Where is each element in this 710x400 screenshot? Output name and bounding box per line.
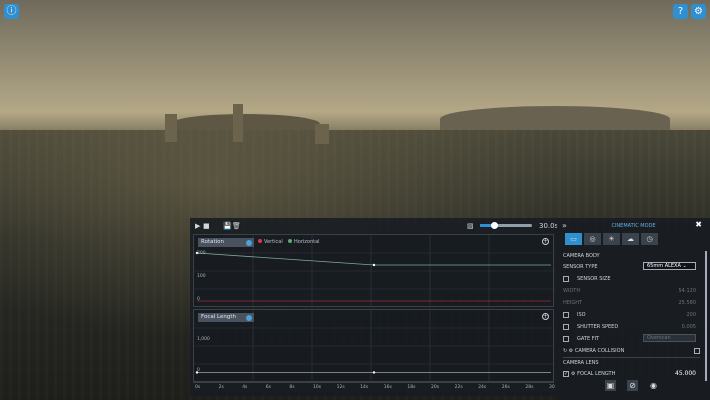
- shutter-row[interactable]: SHUTTER SPEED 0.005: [563, 322, 700, 332]
- focal-length-value: 45.000: [675, 370, 696, 377]
- label: WIDTH: [563, 288, 581, 294]
- checkbox[interactable]: [563, 323, 569, 330]
- section-camera-lens: CAMERA LENS: [563, 360, 599, 366]
- y-tick: 100: [197, 274, 206, 279]
- legend-label: Horizontal: [294, 239, 320, 245]
- legend-vertical[interactable]: Vertical: [258, 239, 283, 245]
- collision-row[interactable]: ↻ ⚙ CAMERA COLLISION: [563, 346, 700, 356]
- tab-time[interactable]: ◷: [641, 233, 658, 245]
- building: [165, 114, 177, 142]
- screenshot-icon[interactable]: ▣: [605, 380, 616, 391]
- sensor-type-select[interactable]: 65mm ALEXA ⌄: [643, 262, 696, 270]
- hide-ui-icon[interactable]: ⊘: [627, 380, 638, 391]
- help-button[interactable]: ?: [673, 4, 688, 19]
- time-tick: 28s: [525, 385, 534, 390]
- time-tick: 8s: [289, 385, 295, 390]
- building: [233, 104, 243, 142]
- y-tick: 0: [197, 368, 200, 373]
- hill: [440, 106, 670, 132]
- sensor-type-row: SENSOR TYPE 65mm ALEXA ⌄: [563, 262, 700, 272]
- info-button[interactable]: ⓘ: [4, 4, 19, 19]
- add-keyframe-icon[interactable]: +: [542, 238, 549, 245]
- tab-camera[interactable]: ▭: [565, 233, 582, 245]
- time-tick: 22s: [454, 385, 463, 390]
- checkbox-checked[interactable]: ✓: [563, 370, 569, 377]
- record-icon[interactable]: ◉: [648, 380, 659, 391]
- shutter-value: 0.005: [681, 324, 696, 330]
- time-tick: 4s: [242, 385, 248, 390]
- time-tick: 6s: [265, 385, 272, 390]
- y-tick: 200: [197, 251, 206, 256]
- label: GATE FIT: [577, 336, 600, 342]
- focal-length-row[interactable]: ✓ ⚙ FOCAL LENGTH 45.000: [563, 369, 700, 379]
- stop-icon[interactable]: ■: [203, 222, 210, 230]
- time-tick: 30: [549, 385, 555, 390]
- label: SHUTTER SPEED: [577, 324, 619, 330]
- iso-row[interactable]: ISO 200: [563, 310, 700, 320]
- tab-lighting[interactable]: ☀: [603, 233, 620, 245]
- legend-label: Vertical: [264, 239, 283, 245]
- gear-icon[interactable]: [246, 239, 252, 246]
- time-tick: 12s: [336, 385, 345, 390]
- building: [315, 124, 329, 144]
- add-keyframe-icon[interactable]: +: [542, 313, 549, 320]
- label: CAMERA COLLISION: [574, 348, 625, 354]
- label: ISO: [577, 312, 586, 318]
- time-tick: 18s: [407, 385, 416, 390]
- rotation-label-text: Rotation: [201, 239, 225, 245]
- tab-weather[interactable]: ☁: [622, 233, 639, 245]
- cinematic-mode-panel: » CINEMATIC MODE ✖ ▭ ◎ ☀ ☁ ◷ CAMERA BODY SEN…: [557, 218, 710, 400]
- play-icon[interactable]: ▶: [195, 222, 200, 230]
- reset-icon[interactable]: ↻ ⚙: [563, 348, 575, 354]
- time-tick: 14s: [360, 385, 369, 390]
- settings-button[interactable]: ⚙: [691, 4, 706, 19]
- close-icon[interactable]: ✖: [695, 220, 702, 229]
- rotation-graph[interactable]: Rotation Vertical Horizontal 200 100 0 +: [193, 234, 555, 308]
- section-camera-body: CAMERA BODY: [563, 253, 600, 259]
- duration-slider[interactable]: [480, 222, 532, 229]
- panel-title: CINEMATIC MODE: [611, 223, 656, 229]
- checkbox[interactable]: [563, 275, 569, 282]
- label: FOCAL LENGTH: [577, 371, 616, 377]
- y-tick: 1,000: [197, 337, 210, 342]
- keyframe-panel: ▶ ■ 💾 🗑 ▨ 30.0s Rotation Vertical Horizo…: [190, 218, 559, 396]
- y-tick: 0: [197, 297, 200, 302]
- keyframe-point[interactable]: [372, 263, 376, 267]
- time-tick: 0s: [195, 385, 201, 390]
- hide-icon[interactable]: ▨: [467, 222, 474, 230]
- horizontal-series-line: [196, 252, 551, 266]
- label: SENSOR TYPE: [563, 264, 598, 270]
- focal-length-label[interactable]: Focal Length: [198, 313, 254, 322]
- label: HEIGHT: [563, 300, 583, 306]
- timeline-ruler[interactable]: 0s 2s 4s 6s 8s 10s 12s 14s 16s 18s 20s 22s 24s 26s 28s…: [193, 382, 555, 392]
- gear-icon[interactable]: [246, 314, 252, 321]
- legend-horizontal[interactable]: Horizontal: [288, 239, 320, 245]
- focal-label-text: Focal Length: [201, 314, 236, 320]
- keyframe-point[interactable]: [372, 371, 376, 374]
- delete-icon[interactable]: 🗑: [232, 222, 241, 230]
- width-value: 54.120: [678, 288, 697, 294]
- gate-fit-select[interactable]: Overscan: [643, 334, 696, 342]
- value: 65mm ALEXA: [647, 263, 681, 269]
- gate-fit-row[interactable]: GATE FIT Overscan: [563, 334, 700, 344]
- time-tick: 10s: [313, 385, 322, 390]
- save-icon[interactable]: 💾: [223, 222, 232, 230]
- height-value: 25.580: [678, 300, 697, 306]
- checkbox[interactable]: [563, 335, 569, 342]
- checkbox[interactable]: [694, 348, 700, 354]
- scrollbar[interactable]: [705, 251, 707, 381]
- label: SENSOR SIZE: [577, 276, 611, 282]
- checkbox[interactable]: [563, 311, 569, 318]
- sensor-size-row[interactable]: SENSOR SIZE: [563, 274, 700, 284]
- tab-lens[interactable]: ◎: [584, 233, 601, 245]
- time-tick: 2s: [218, 385, 224, 390]
- time-tick: 16s: [383, 385, 392, 390]
- time-tick: 20s: [431, 385, 440, 390]
- duration-value: 30.0s: [539, 222, 559, 230]
- rotation-label[interactable]: Rotation: [198, 238, 254, 247]
- time-tick: 24s: [478, 385, 487, 390]
- time-tick: 26s: [501, 385, 510, 390]
- focal-length-graph[interactable]: Focal Length 1,000 0 +: [193, 309, 555, 383]
- iso-value: 200: [686, 312, 696, 318]
